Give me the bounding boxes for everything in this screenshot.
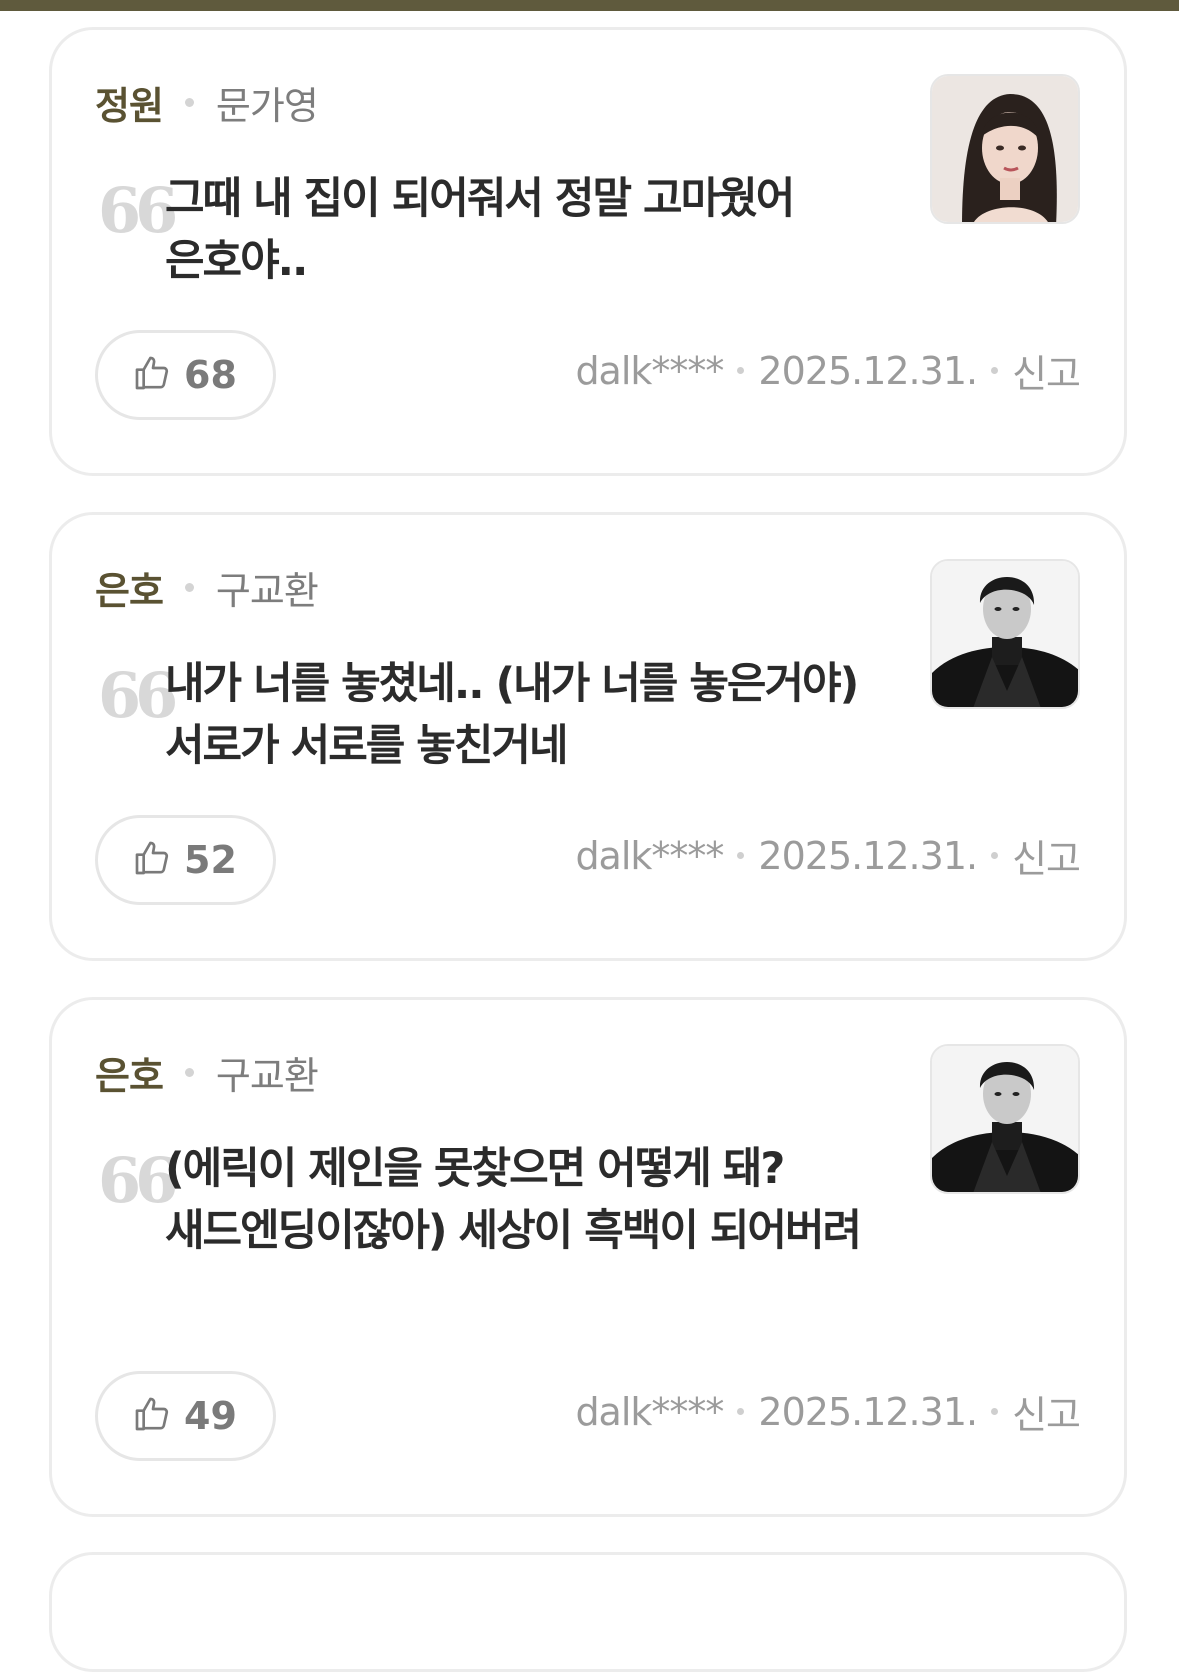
like-count: 52 xyxy=(184,838,237,882)
user-id: dalk**** xyxy=(575,348,724,393)
actor-photo[interactable] xyxy=(930,559,1080,709)
comment-header: 정원 문가영 xyxy=(95,75,319,130)
separator-dot xyxy=(991,367,999,374)
role-name[interactable]: 정원 xyxy=(95,75,164,130)
quote-icon: 66 xyxy=(98,174,178,247)
quote-icon: 66 xyxy=(98,1144,178,1217)
separator-dot xyxy=(991,1408,999,1415)
quote-text: 내가 너를 놓쳤네.. (내가 너를 놓은거야) 서로가 서로를 놓친거네 xyxy=(165,659,859,771)
comment-header: 은호 구교환 xyxy=(95,1045,319,1100)
top-bar xyxy=(0,0,1179,11)
like-button[interactable]: 52 xyxy=(95,815,276,905)
comment-card: 은호 구교환 66 (에릭이 제인을 못찾으면 어떻게 돼? 새드엔딩이잖아) … xyxy=(49,997,1127,1517)
thumbs-up-icon xyxy=(132,838,172,882)
like-count: 49 xyxy=(184,1394,237,1438)
separator-dot xyxy=(737,1408,745,1415)
quote-icon: 66 xyxy=(98,659,178,732)
separator-dot xyxy=(184,98,194,107)
comment-date: 2025.12.31. xyxy=(758,348,978,393)
comment-card: 정원 문가영 66 그때 내 집이 되어줘서 정말 고마웠어 은호야.. 68 … xyxy=(49,27,1127,476)
comment-card-partial xyxy=(49,1552,1127,1672)
actor-name[interactable]: 문가영 xyxy=(216,75,319,130)
report-link[interactable]: 신고 xyxy=(1012,828,1081,883)
comment-date: 2025.12.31. xyxy=(758,1389,978,1434)
like-count: 68 xyxy=(184,353,237,397)
like-button[interactable]: 68 xyxy=(95,330,276,420)
quote-text: 그때 내 집이 되어줘서 정말 고마웠어 은호야.. xyxy=(165,174,795,286)
separator-dot xyxy=(184,1068,194,1077)
comment-header: 은호 구교환 xyxy=(95,560,319,615)
actress-photo[interactable] xyxy=(930,74,1080,224)
thumbs-up-icon xyxy=(132,1394,172,1438)
comment-meta: dalk**** 2025.12.31. 신고 xyxy=(575,828,1081,883)
separator-dot xyxy=(184,583,194,592)
separator-dot xyxy=(737,367,745,374)
comment-card: 은호 구교환 66 내가 너를 놓쳤네.. (내가 너를 놓은거야) 서로가 서… xyxy=(49,512,1127,961)
separator-dot xyxy=(991,852,999,859)
role-name[interactable]: 은호 xyxy=(95,560,164,615)
user-id: dalk**** xyxy=(575,833,724,878)
actor-name[interactable]: 구교환 xyxy=(216,560,319,615)
report-link[interactable]: 신고 xyxy=(1012,343,1081,398)
like-button[interactable]: 49 xyxy=(95,1371,276,1461)
separator-dot xyxy=(737,852,745,859)
report-link[interactable]: 신고 xyxy=(1012,1384,1081,1439)
actor-name[interactable]: 구교환 xyxy=(216,1045,319,1100)
thumbs-up-icon xyxy=(132,353,172,397)
role-name[interactable]: 은호 xyxy=(95,1045,164,1100)
comment-meta: dalk**** 2025.12.31. 신고 xyxy=(575,343,1081,398)
quote-text: (에릭이 제인을 못찾으면 어떻게 돼? 새드엔딩이잖아) 세상이 흑백이 되어… xyxy=(165,1144,862,1256)
user-id: dalk**** xyxy=(575,1389,724,1434)
comment-meta: dalk**** 2025.12.31. 신고 xyxy=(575,1384,1081,1439)
actor-photo[interactable] xyxy=(930,1044,1080,1194)
comment-date: 2025.12.31. xyxy=(758,833,978,878)
